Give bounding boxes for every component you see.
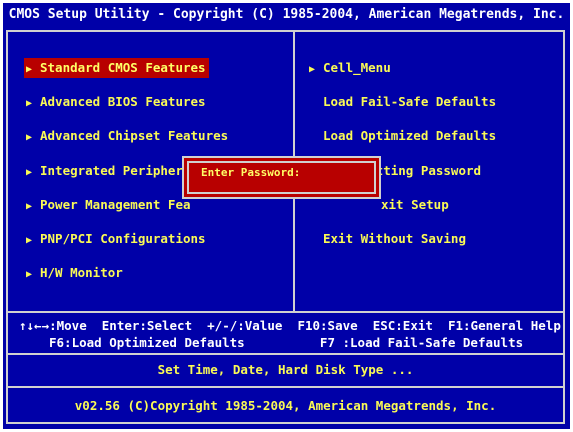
menu-item-integrated-peripherals[interactable]: ▶ Integrated Peripherals: [24, 161, 209, 181]
main-panel: ▶ Standard CMOS Features ▶ Advanced BIOS F…: [3, 26, 570, 429]
menu-item-standard-cmos[interactable]: ▶ Standard CMOS Features: [24, 58, 209, 78]
menu-item-label: Advanced Chipset Features: [40, 128, 229, 143]
menu-item-label: Advanced BIOS Features: [40, 94, 206, 109]
triangle-right-icon: ▶: [309, 64, 316, 75]
menu-item-load-failsafe[interactable]: Load Fail-Safe Defaults: [321, 92, 499, 112]
menu-item-label: Load Fail-Safe Defaults: [323, 94, 497, 109]
help-divider: [8, 311, 563, 313]
copyright-divider: [8, 386, 563, 388]
menu-item-label: Power Management Fea: [40, 197, 191, 212]
menu-item-power-management[interactable]: ▶ Power Management Fea: [24, 195, 194, 215]
triangle-right-icon: ▶: [26, 64, 33, 75]
triangle-right-icon: ▶: [26, 167, 33, 178]
menu-frame: ▶ Standard CMOS Features ▶ Advanced BIOS F…: [6, 30, 565, 424]
menu-item-label: Integrated Peripherals: [40, 163, 206, 178]
menu-item-label: PNP/PCI Configurations: [40, 231, 206, 246]
menu-item-load-optimized[interactable]: Load Optimized Defaults: [321, 126, 499, 146]
password-dialog: Enter Password:: [182, 156, 381, 199]
menu-item-exit-without-saving[interactable]: Exit Without Saving: [321, 229, 469, 249]
triangle-right-icon: ▶: [26, 235, 33, 246]
status-divider: [8, 353, 563, 355]
menu-item-advanced-chipset[interactable]: ▶ Advanced Chipset Features: [24, 126, 231, 146]
menu-item-label: Exit Without Saving: [323, 231, 466, 246]
help-line-2: F6:Load Optimized Defaults F7 :Load Fail…: [49, 335, 524, 350]
help-line-1: ↑↓←→:Move Enter:Select +/-/:Value F10:Sa…: [19, 318, 561, 333]
window-title: CMOS Setup Utility - Copyright (C) 1985-…: [3, 3, 570, 26]
password-field-frame[interactable]: Enter Password:: [187, 161, 376, 194]
menu-item-save-exit[interactable]: xit Setup: [379, 195, 452, 215]
menu-item-pnp-pci[interactable]: ▶ PNP/PCI Configurations: [24, 229, 209, 249]
triangle-right-icon: ▶: [26, 132, 33, 143]
triangle-right-icon: ▶: [26, 269, 33, 280]
menu-item-label: H/W Monitor: [40, 265, 123, 280]
bios-screen: CMOS Setup Utility - Copyright (C) 1985-…: [0, 0, 573, 432]
menu-item-hw-monitor[interactable]: ▶ H/W Monitor: [24, 263, 126, 283]
copyright-text: v02.56 (C)Copyright 1985-2004, American …: [74, 398, 497, 413]
menu-item-label: Cell_Menu: [323, 60, 391, 75]
triangle-right-icon: ▶: [26, 98, 33, 109]
menu-item-label: Load Optimized Defaults: [323, 128, 497, 143]
menu-item-label: Standard CMOS Features: [40, 60, 206, 75]
password-prompt-label: Enter Password:: [201, 166, 301, 179]
triangle-right-icon: ▶: [26, 201, 33, 212]
menu-item-cell-menu[interactable]: ▶ Cell_Menu: [307, 58, 394, 78]
menu-item-advanced-bios[interactable]: ▶ Advanced BIOS Features: [24, 92, 209, 112]
status-text: Set Time, Date, Hard Disk Type ...: [157, 362, 414, 377]
menu-item-label: xit Setup: [381, 197, 449, 212]
